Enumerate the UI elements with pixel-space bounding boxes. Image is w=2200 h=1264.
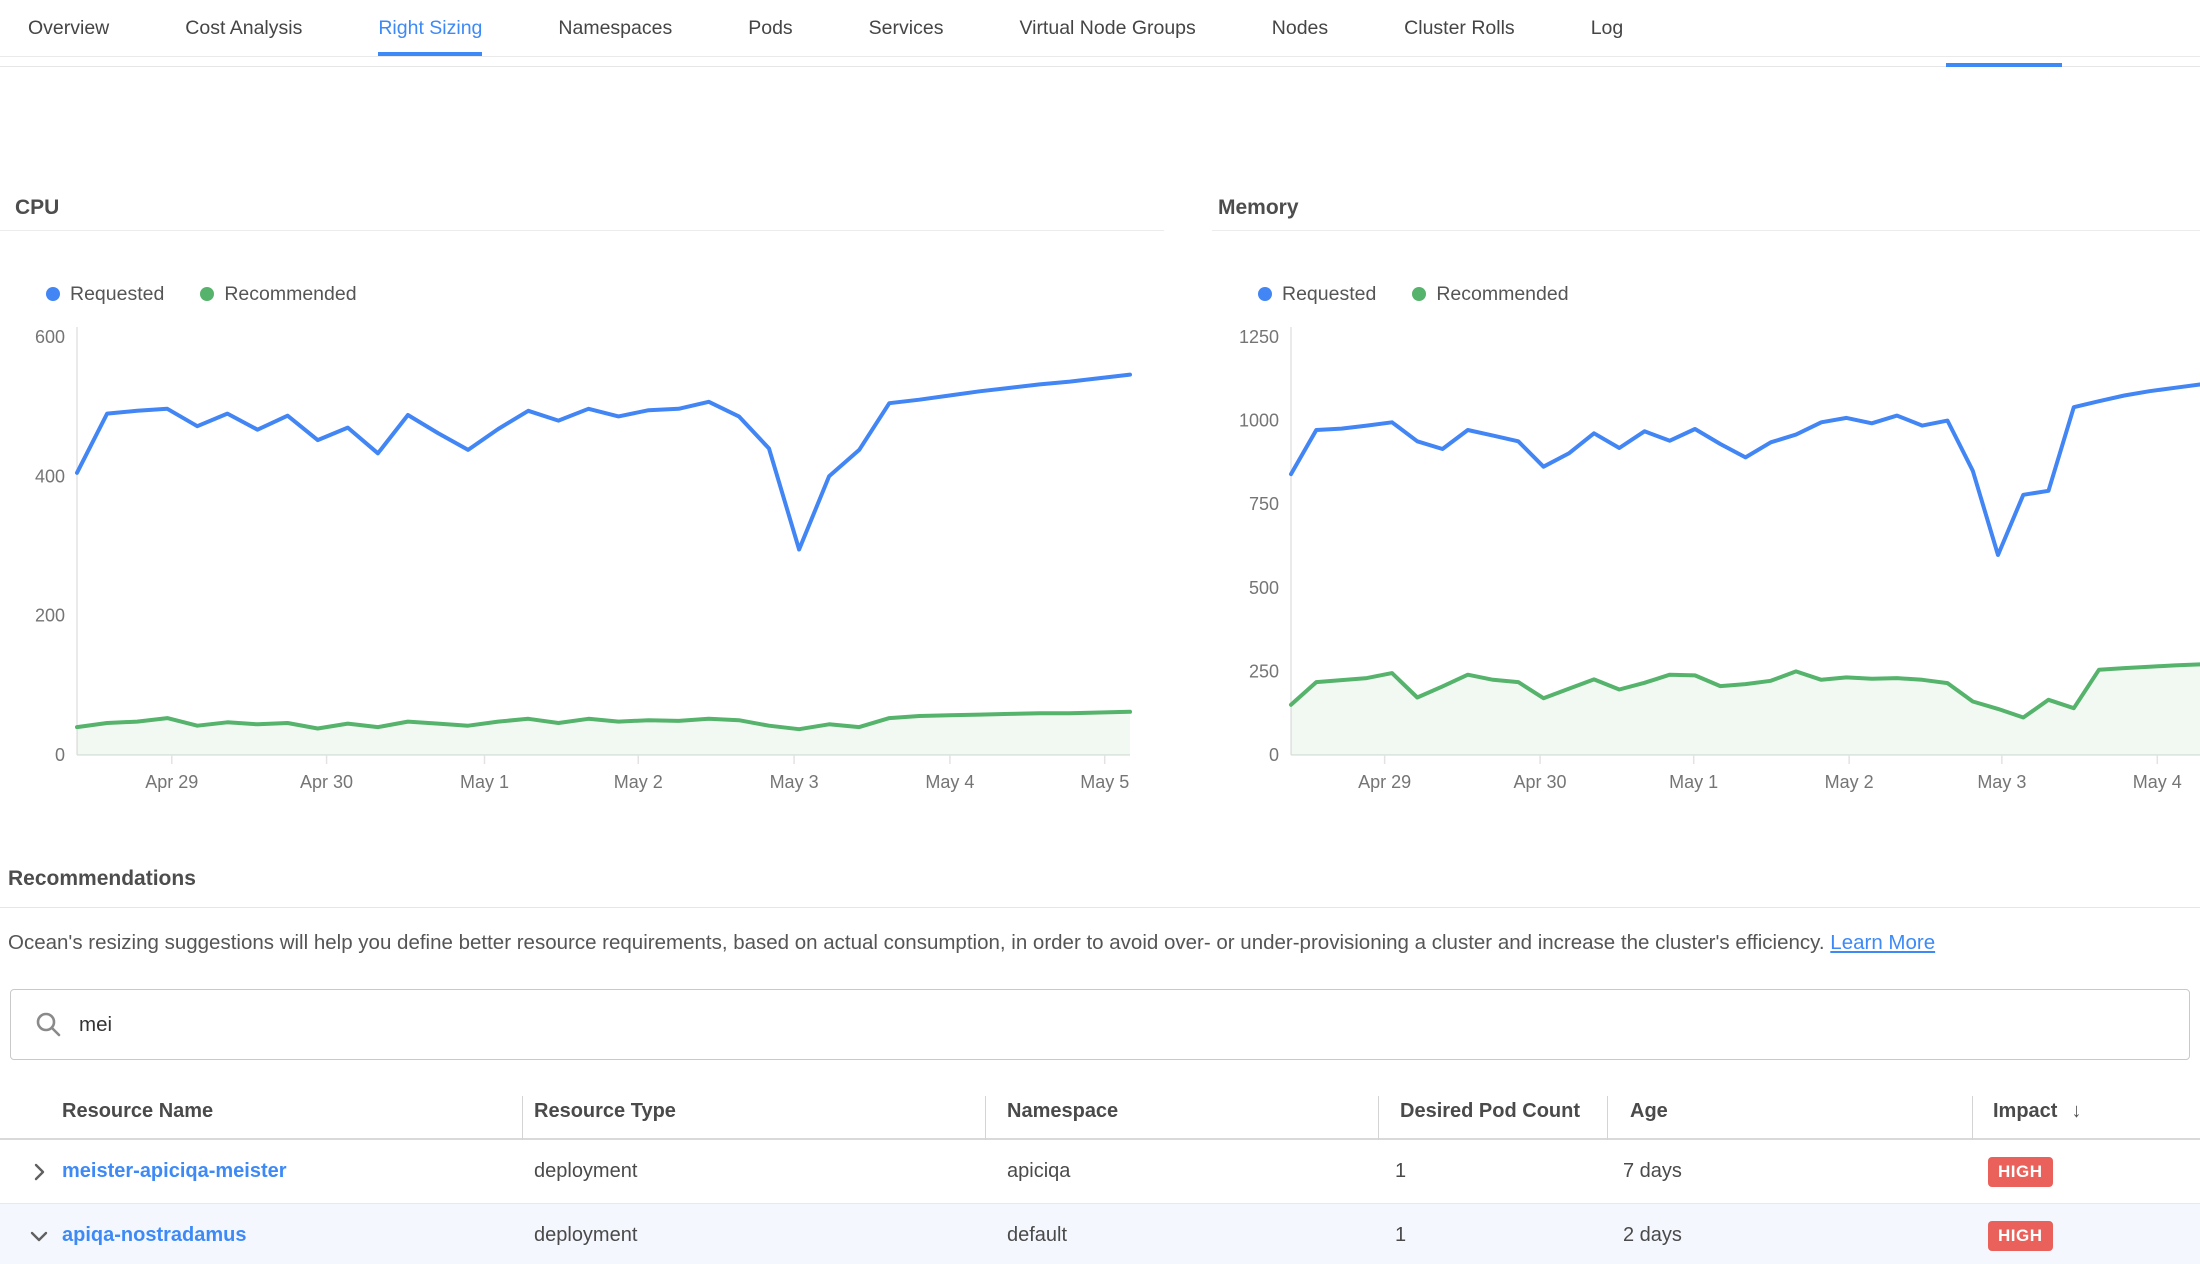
header-age[interactable]: Age <box>1607 1100 1972 1123</box>
legend-requested[interactable]: Requested <box>1258 283 1376 306</box>
row-expand-cell <box>0 1161 62 1183</box>
tab-pods[interactable]: Pods <box>748 0 792 56</box>
legend-requested[interactable]: Requested <box>46 283 164 306</box>
recommendations-title: Recommendations <box>8 867 196 891</box>
tab-cluster-rolls[interactable]: Cluster Rolls <box>1404 0 1515 56</box>
resource-type-cell: deployment <box>534 1160 637 1182</box>
namespace-cell: apiciqa <box>1007 1160 1070 1182</box>
resource-name-link[interactable]: meister-apiciqa-meister <box>62 1160 287 1182</box>
table-row: meister-apiciqa-meister deployment apici… <box>0 1140 2200 1204</box>
tab-cost-analysis[interactable]: Cost Analysis <box>185 0 302 56</box>
tab-overview[interactable]: Overview <box>28 0 109 56</box>
chevron-right-icon[interactable] <box>28 1161 50 1183</box>
requested-dot-icon <box>46 287 60 301</box>
resource-name-link[interactable]: apiqa-nostradamus <box>62 1224 246 1246</box>
svg-text:May 3: May 3 <box>770 772 819 792</box>
svg-text:May 4: May 4 <box>2133 772 2182 792</box>
learn-more-link[interactable]: Learn More <box>1830 931 1935 954</box>
header-namespace[interactable]: Namespace <box>985 1100 1378 1123</box>
legend-requested-label: Requested <box>1282 283 1376 306</box>
legend-requested-label: Requested <box>70 283 164 306</box>
svg-text:600: 600 <box>35 327 65 347</box>
svg-text:750: 750 <box>1249 494 1279 514</box>
svg-text:250: 250 <box>1249 661 1279 681</box>
memory-line-chart: 0 250 500 750 1000 1250 Apr 29 Apr 30 May 1 May 2… <box>1212 324 2200 794</box>
top-tab-bar: Overview Cost Analysis Right Sizing Name… <box>0 0 2200 57</box>
search-icon <box>33 1010 63 1040</box>
recommendations-header: Recommendations <box>0 846 2200 908</box>
svg-text:200: 200 <box>35 606 65 626</box>
resource-search-box <box>10 989 2190 1060</box>
memory-chart-legend: Requested Recommended <box>1258 281 2200 307</box>
resource-type-cell: deployment <box>534 1224 637 1246</box>
svg-text:May 5: May 5 <box>1080 772 1129 792</box>
row-expand-cell <box>0 1225 62 1247</box>
impact-badge: HIGH <box>1988 1157 2053 1187</box>
memory-chart-section: Memory Requested Recommended 0 250 500 750 1… <box>1212 196 2200 794</box>
table-header-row: Resource Name Resource Type Namespace De… <box>0 1085 2200 1140</box>
header-resource-name[interactable]: Resource Name <box>62 1100 522 1123</box>
recommendations-table: Resource Name Resource Type Namespace De… <box>0 1085 2200 1264</box>
recommended-dot-icon <box>200 287 214 301</box>
impact-badge: HIGH <box>1988 1221 2053 1251</box>
cpu-chart-legend: Requested Recommended <box>46 281 1164 307</box>
tab-nodes[interactable]: Nodes <box>1272 0 1328 56</box>
header-resource-type[interactable]: Resource Type <box>522 1100 985 1123</box>
recommendations-description-text: Ocean's resizing suggestions will help y… <box>8 931 1825 954</box>
tab-namespaces[interactable]: Namespaces <box>558 0 672 56</box>
cpu-chart-title: CPU <box>0 196 1164 231</box>
chevron-down-icon[interactable] <box>28 1225 50 1247</box>
svg-text:May 3: May 3 <box>1977 772 2026 792</box>
memory-chart-title: Memory <box>1212 196 2200 231</box>
pod-count-cell: 1 <box>1395 1224 1406 1246</box>
recommendations-description: Ocean's resizing suggestions will help y… <box>8 931 2188 955</box>
svg-text:500: 500 <box>1249 578 1279 598</box>
tab-virtual-node-groups[interactable]: Virtual Node Groups <box>1019 0 1195 56</box>
search-input[interactable] <box>79 1013 2189 1037</box>
right-sizing-page: Overview Cost Analysis Right Sizing Name… <box>0 0 2200 1264</box>
tab-log[interactable]: Log <box>1591 0 1624 56</box>
svg-text:May 1: May 1 <box>1669 772 1718 792</box>
sort-desc-icon[interactable]: ↓ <box>2071 1100 2081 1122</box>
namespace-cell: default <box>1007 1224 1067 1246</box>
legend-recommended-label: Recommended <box>224 283 356 306</box>
header-impact[interactable]: Impact↓ <box>1972 1100 2200 1123</box>
requested-dot-icon <box>1258 287 1272 301</box>
legend-recommended[interactable]: Recommended <box>200 283 356 306</box>
svg-text:May 2: May 2 <box>614 772 663 792</box>
svg-text:May 1: May 1 <box>460 772 509 792</box>
svg-text:1000: 1000 <box>1239 411 1279 431</box>
svg-text:Apr 30: Apr 30 <box>300 772 353 792</box>
svg-text:Apr 29: Apr 29 <box>145 772 198 792</box>
tab-right-sizing[interactable]: Right Sizing <box>378 0 482 56</box>
svg-text:Apr 30: Apr 30 <box>1514 772 1567 792</box>
tab-services[interactable]: Services <box>869 0 944 56</box>
svg-text:Apr 29: Apr 29 <box>1358 772 1411 792</box>
age-cell: 2 days <box>1623 1224 1682 1246</box>
pod-count-cell: 1 <box>1395 1160 1406 1182</box>
svg-text:0: 0 <box>55 745 65 765</box>
svg-text:0: 0 <box>1269 745 1279 765</box>
header-desired-pod-count[interactable]: Desired Pod Count <box>1378 1100 1607 1123</box>
svg-text:May 4: May 4 <box>925 772 974 792</box>
recommended-dot-icon <box>1412 287 1426 301</box>
cpu-chart-section: CPU Requested Recommended 0 200 400 600 Apr … <box>0 196 1164 794</box>
age-cell: 7 days <box>1623 1160 1682 1182</box>
svg-text:May 2: May 2 <box>1825 772 1874 792</box>
table-row: apiqa-nostradamus deployment default 1 2… <box>0 1204 2200 1264</box>
svg-text:400: 400 <box>35 466 65 486</box>
svg-text:1250: 1250 <box>1239 327 1279 347</box>
legend-recommended-label: Recommended <box>1436 283 1568 306</box>
cpu-line-chart: 0 200 400 600 Apr 29 Apr 30 May 1 May 2 May 3 May… <box>10 324 1160 794</box>
legend-recommended[interactable]: Recommended <box>1412 283 1568 306</box>
